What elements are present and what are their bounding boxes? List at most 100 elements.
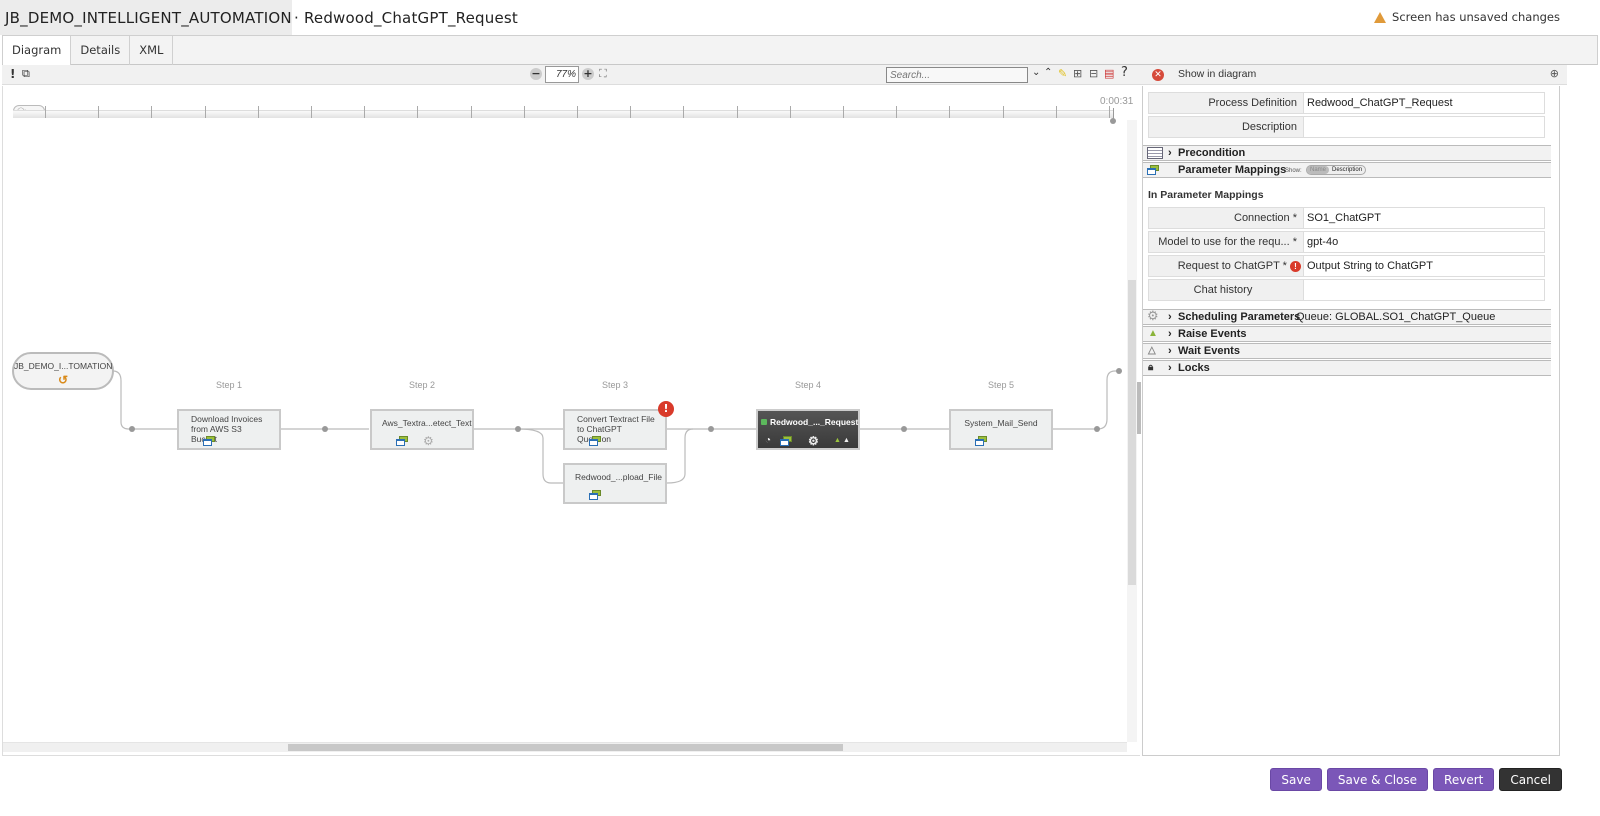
step4-node-selected[interactable]: Redwood_..._Request ◔ ⚙ ▲ ▲: [756, 409, 860, 450]
save-button[interactable]: Save: [1270, 768, 1322, 791]
section-title: Locks: [1178, 362, 1210, 374]
node-label: Convert Textract File to ChatGPT Questio…: [577, 414, 655, 444]
step-label: Step 4: [794, 380, 822, 390]
description-row: Description: [1148, 116, 1545, 138]
revert-button[interactable]: Revert: [1433, 768, 1495, 791]
step3-node[interactable]: Convert Textract File to ChatGPT Questio…: [563, 409, 667, 450]
step3-branch-node[interactable]: Redwood_...pload_File: [563, 463, 667, 504]
toggle-option-name[interactable]: Name: [1307, 166, 1330, 174]
zoom-selection-icon[interactable]: ⊞: [1073, 67, 1082, 80]
title-bar: JB_DEMO_INTELLIGENT_AUTOMATION · Redwood…: [0, 0, 1600, 35]
fit-to-screen-icon[interactable]: ⛶: [599, 67, 607, 81]
error-badge-icon[interactable]: !: [658, 401, 674, 417]
zoom-out-button[interactable]: −: [530, 68, 542, 80]
step-label: Step 2: [408, 380, 436, 390]
junction-dot: [708, 426, 714, 432]
param-label: Request to ChatGPT * !: [1148, 255, 1304, 277]
chat-history-field[interactable]: [1304, 279, 1545, 301]
queue-value: Queue: GLOBAL.SO1_ChatGPT_Queue: [1296, 311, 1496, 323]
precondition-icon: [1147, 147, 1163, 159]
wait-event-icon: △: [1148, 345, 1156, 356]
param-label: Model to use for the requ... *: [1148, 231, 1304, 253]
step2-node[interactable]: Aws_Textra...etect_Text ⚙: [370, 409, 474, 450]
tab-xml[interactable]: XML: [130, 36, 174, 65]
section-precondition[interactable]: › Precondition: [1143, 145, 1551, 161]
name-description-toggle[interactable]: Name Description: [1306, 165, 1367, 175]
properties-header: ✕ Show in diagram ⊕: [1142, 65, 1567, 85]
alert-icon[interactable]: !: [10, 67, 15, 81]
zoom-in-button[interactable]: +: [582, 68, 594, 80]
junction-dot: [1116, 368, 1122, 374]
section-title: Parameter Mappings: [1178, 164, 1287, 176]
node-label: Redwood_..._Request: [770, 417, 859, 427]
section-locks[interactable]: 🔒︎ › Locks: [1143, 360, 1551, 376]
section-title: Precondition: [1178, 147, 1246, 159]
param-row: Model to use for the requ... * gpt-4o: [1148, 231, 1545, 253]
tab-details[interactable]: Details: [71, 36, 131, 65]
save-close-button[interactable]: Save & Close: [1326, 768, 1429, 791]
wire-step3-branch: [517, 428, 563, 484]
copy-icon[interactable]: ⧉: [22, 67, 30, 81]
gear-icon: ⚙: [1147, 308, 1159, 323]
subprocess-icon: [589, 490, 601, 500]
subprocess-icon: [780, 436, 792, 446]
expand-icon[interactable]: [761, 419, 767, 425]
section-raise-events[interactable]: ▲ › Raise Events: [1143, 326, 1551, 342]
section-parameter-mappings[interactable]: Parameter Mappings Show: Name Descriptio…: [1143, 162, 1551, 178]
field-label: Description: [1148, 116, 1304, 138]
magnify-icon[interactable]: ⊕: [1550, 67, 1559, 80]
gear-icon: ⚙: [423, 434, 434, 448]
node-label: Redwood_...pload_File: [575, 472, 662, 482]
section-title: Wait Events: [1178, 345, 1240, 357]
help-icon[interactable]: ?: [1121, 65, 1128, 80]
step1-node[interactable]: Download Invoices from AWS S3 Bucket: [177, 409, 281, 450]
param-row: Connection * SO1_ChatGPT: [1148, 207, 1545, 229]
export-icon[interactable]: ▤: [1104, 67, 1114, 80]
tree-view-icon[interactable]: ⊟: [1089, 67, 1098, 80]
tab-diagram[interactable]: Diagram: [3, 36, 72, 65]
toggle-option-description[interactable]: Description: [1329, 166, 1365, 174]
panel-splitter[interactable]: [1137, 382, 1141, 434]
subprocess-icon: [589, 436, 601, 446]
request-field[interactable]: Output String to ChatGPT: [1304, 255, 1545, 277]
horizontal-scrollbar[interactable]: [3, 742, 1127, 752]
section-scheduling-parameters[interactable]: ⚙ › Scheduling Parameters Queue: GLOBAL.…: [1143, 309, 1551, 325]
description-field[interactable]: [1304, 116, 1545, 138]
unsaved-status: Screen has unsaved changes: [1374, 10, 1560, 24]
highlight-icon[interactable]: ✎: [1058, 67, 1067, 80]
wire-branch-merge: [666, 428, 694, 484]
search-previous-icon[interactable]: ⌃: [1044, 67, 1052, 78]
diagram-search-input[interactable]: [886, 67, 1028, 83]
chevron-right-icon: ›: [1168, 362, 1172, 374]
start-node[interactable]: JB_DEMO_I...TOMATION ↺: [12, 352, 114, 390]
junction-dot: [515, 426, 521, 432]
subprocess-icon: [203, 436, 215, 446]
close-icon[interactable]: ✕: [1152, 69, 1164, 81]
cancel-button[interactable]: Cancel: [1499, 768, 1562, 791]
restart-icon: ↺: [57, 373, 69, 387]
tab-bar: Diagram Details XML: [2, 35, 1598, 65]
section-wait-events[interactable]: △ › Wait Events: [1143, 343, 1551, 359]
section-title: Scheduling Parameters: [1178, 311, 1301, 323]
show-in-diagram-link[interactable]: Show in diagram: [1178, 68, 1256, 80]
diagram-toolbar: ! ⧉ − 77% + ⛶ ⌄ ⌃ ✎ ⊞ ⊟ ▤ ?: [2, 65, 1142, 85]
param-row: Chat history: [1148, 279, 1545, 301]
step5-node[interactable]: System_Mail_Send: [949, 409, 1053, 450]
model-field[interactable]: gpt-4o: [1304, 231, 1545, 253]
breadcrumb-parent[interactable]: JB_DEMO_INTELLIGENT_AUTOMATION: [0, 0, 292, 35]
zoom-level-input[interactable]: 77%: [545, 66, 579, 83]
chevron-right-icon: ›: [1168, 328, 1172, 340]
wire-start-step1: [112, 370, 177, 430]
gear-icon: ⚙: [808, 434, 819, 448]
horizontal-scrollbar-thumb[interactable]: [288, 744, 843, 751]
connection-field[interactable]: SO1_ChatGPT: [1304, 207, 1545, 229]
raise-event-icon: ▲: [834, 437, 841, 444]
process-definition-field[interactable]: Redwood_ChatGPT_Request: [1304, 92, 1545, 114]
param-label: Chat history: [1148, 279, 1304, 301]
subprocess-icon: [975, 436, 987, 446]
search-next-icon[interactable]: ⌄: [1032, 67, 1040, 78]
diagram-canvas[interactable]: ◯▸ 0:00:31 JB_DEMO_I...TOMATION ↺ St: [2, 86, 1140, 756]
vertical-scrollbar[interactable]: [1127, 120, 1137, 742]
parent-title[interactable]: JB_DEMO_INTELLIGENT_AUTOMATION: [5, 9, 292, 27]
vertical-scrollbar-thumb[interactable]: [1128, 280, 1136, 585]
